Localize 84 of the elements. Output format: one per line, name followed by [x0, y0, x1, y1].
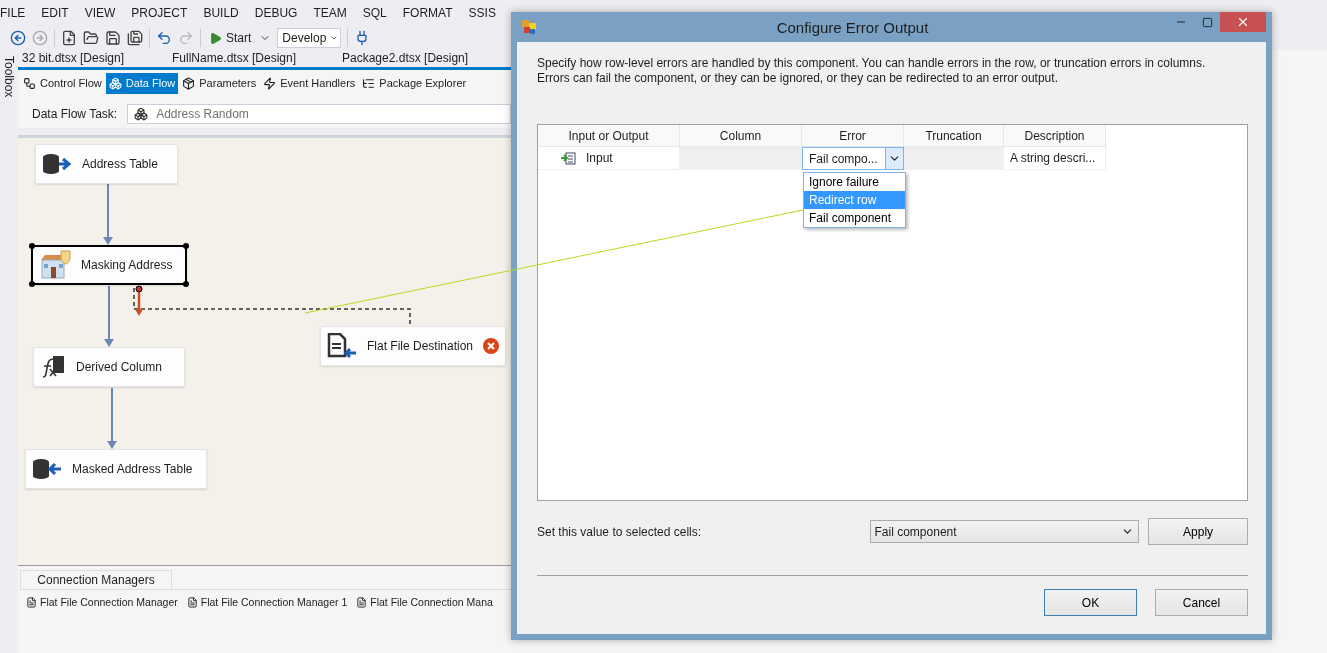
file-icon: [186, 596, 198, 608]
close-icon: [1236, 15, 1250, 29]
cancel-button[interactable]: Cancel: [1155, 589, 1248, 616]
list-tree-icon: [362, 76, 376, 90]
new-file-icon[interactable]: [61, 30, 77, 46]
package-icon: [182, 76, 196, 90]
column-header[interactable]: Input or Output: [538, 125, 680, 147]
ok-button[interactable]: OK: [1044, 589, 1137, 616]
designer-tab[interactable]: Event Handlers: [260, 72, 359, 94]
component-node[interactable]: Address Table: [35, 144, 178, 184]
undo-icon[interactable]: [156, 30, 172, 46]
connector-arrow: [103, 183, 113, 245]
building-shield-icon: [39, 250, 71, 280]
data-flow-task-label: Data Flow Task:: [32, 107, 118, 121]
connector-arrow: [104, 285, 114, 347]
maximize-icon: [1201, 16, 1213, 28]
menu-item[interactable]: EDIT: [33, 6, 77, 20]
table-cell: A string descri...: [1004, 147, 1106, 170]
component-node[interactable]: Masked Address Table: [25, 449, 207, 489]
connection-manager-item[interactable]: Flat File Connection Mana: [356, 596, 493, 608]
connection-manager-item[interactable]: Flat File Connection Manager 1: [186, 596, 348, 608]
error-icon: [483, 338, 500, 354]
start-button[interactable]: Start: [207, 31, 254, 45]
designer-tab[interactable]: Parameters: [179, 72, 260, 94]
dropdown-option[interactable]: Ignore failure: [804, 173, 905, 191]
lightning-icon: [263, 76, 277, 90]
designer-tab[interactable]: Package Explorer: [359, 72, 470, 94]
flowchart-icon: [23, 76, 36, 90]
component-name: Masking Address: [81, 258, 173, 272]
connection-managers-tab[interactable]: Connection Managers: [20, 570, 172, 589]
column-header[interactable]: Error: [802, 125, 904, 147]
component-node[interactable]: Flat File Destination: [320, 326, 507, 366]
error-output-arrow: [135, 285, 143, 316]
dropdown-option[interactable]: Fail component: [804, 209, 905, 227]
column-header[interactable]: Truncation: [904, 125, 1004, 147]
connector-arrow: [107, 387, 117, 449]
component-name: Flat File Destination: [367, 339, 474, 353]
set-value-label: Set this value to selected cells:: [537, 524, 703, 539]
menu-item[interactable]: FORMAT: [394, 6, 461, 20]
menu-item[interactable]: SSIS: [460, 6, 504, 20]
error-dropdown[interactable]: Fail compo...: [802, 147, 904, 170]
configuration-dropdown[interactable]: Develop: [277, 28, 342, 48]
back-icon[interactable]: [10, 30, 26, 46]
open-folder-icon[interactable]: [83, 30, 99, 46]
file-icon: [26, 596, 37, 608]
component-node[interactable]: Derived Column: [33, 347, 185, 387]
document-tab[interactable]: Package2.dtsx [Design]: [338, 51, 508, 67]
set-value-dropdown[interactable]: Fail component: [869, 520, 1140, 543]
boxes-icon: [108, 76, 122, 90]
database-arrow-icon: [32, 458, 62, 480]
document-arrow-icon: [327, 333, 357, 359]
component-node[interactable]: Masking Address: [31, 245, 187, 285]
description-text: Specify how row-level errors are handled by this component. You can handle errors in the row, or truncation errors in columns. Errors can fail the component, or they can be ignored, or they can be redirected to an error output.: [537, 56, 1207, 86]
column-header[interactable]: Column: [680, 125, 802, 147]
document-tab[interactable]: FullName.dtsx [Design]: [168, 51, 338, 67]
menu-item[interactable]: VIEW: [76, 6, 124, 20]
dialog-title: Configure Error Output: [775, 18, 930, 36]
column-header[interactable]: Description: [1004, 125, 1106, 147]
apply-button[interactable]: Apply: [1148, 518, 1248, 545]
component-name: Derived Column: [76, 360, 163, 374]
designer-tab[interactable]: Control Flow: [20, 72, 105, 94]
designer-tab[interactable]: Data Flow: [105, 72, 179, 94]
menu-item[interactable]: FILE: [0, 6, 34, 20]
save-icon[interactable]: [105, 30, 121, 46]
file-icon: [356, 596, 368, 608]
boxes-icon: [134, 107, 149, 121]
play-icon: [209, 31, 222, 45]
data-flow-task-dropdown[interactable]: Address Random: [127, 104, 511, 124]
menu-item[interactable]: TEAM: [305, 6, 355, 20]
component-name: Address Table: [82, 157, 158, 171]
menu-item[interactable]: BUILD: [195, 6, 247, 20]
row-label: Input: [586, 151, 613, 165]
document-tab[interactable]: 32 bit.dtsx [Design]: [18, 51, 168, 67]
function-icon: [40, 355, 66, 379]
input-icon: [560, 151, 576, 165]
toolbox-tab[interactable]: Toolbox: [2, 56, 16, 98]
component-name: Masked Address Table: [72, 462, 193, 476]
connection-manager-item[interactable]: Flat File Connection Manager: [26, 596, 178, 608]
menu-item[interactable]: SQL: [354, 6, 395, 20]
app-icon: [521, 19, 537, 35]
database-arrow-icon: [42, 153, 72, 175]
menu-item[interactable]: DEBUG: [246, 6, 306, 20]
save-all-icon[interactable]: [127, 30, 143, 46]
menu-item[interactable]: PROJECT: [123, 6, 196, 20]
